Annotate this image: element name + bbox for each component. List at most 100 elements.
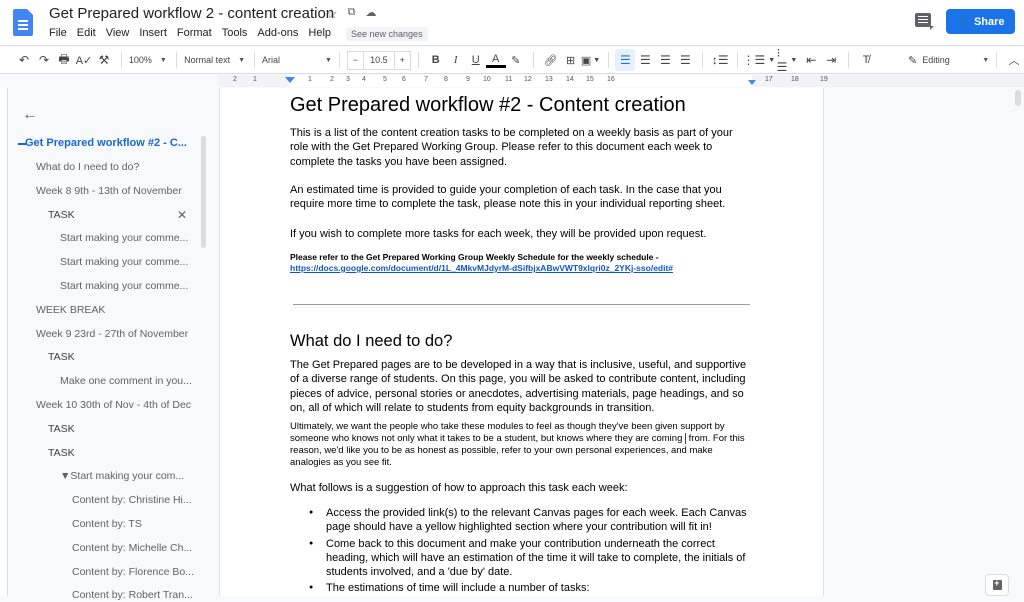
link-icon[interactable]: 🔗︎ <box>541 49 561 71</box>
highlight-icon[interactable]: ✎ <box>506 49 526 71</box>
star-icon[interactable]: ☆ <box>326 6 338 22</box>
move-to-folder-icon[interactable]: ⧉ <box>348 6 356 22</box>
outline-item[interactable]: WEEK BREAK <box>36 303 105 317</box>
ruler-tick-label: 2 <box>233 76 237 83</box>
horizontal-ruler[interactable]: 2 1 1 2 3 4 5 6 7 8 9 10 11 12 13 14 15 16 17 18 19 <box>218 75 1024 87</box>
menu-format[interactable]: Format <box>172 27 217 41</box>
editing-mode-dropdown[interactable]: ✎ Editing ▼ <box>908 54 989 67</box>
document-scrollbar[interactable] <box>1015 90 1021 106</box>
menu-tools[interactable]: Tools <box>217 27 253 41</box>
caret-icon: ▼ <box>325 56 332 64</box>
text-cursor <box>685 433 686 444</box>
decrease-indent-icon[interactable]: ⇤ <box>801 49 821 71</box>
remove-from-outline-close-icon[interactable]: ✕ <box>177 208 187 222</box>
divider <box>121 52 122 68</box>
italic-icon[interactable]: I <box>446 49 466 71</box>
outline-item-label: Content by: TS <box>72 518 142 530</box>
spellcheck-icon[interactable]: A✓ <box>74 49 94 71</box>
close-outline-back-arrow-icon[interactable]: ← <box>22 106 38 124</box>
menu-insert[interactable]: Insert <box>134 27 172 41</box>
print-icon[interactable]: 🖶 <box>54 49 74 71</box>
explore-button[interactable] <box>985 574 1009 596</box>
redo-icon[interactable]: ↷ <box>34 49 54 71</box>
zoom-dropdown[interactable]: 100% ▼ <box>129 55 169 65</box>
outline-item[interactable]: Start making your comme... <box>60 255 188 269</box>
outline-item-label: Week 10 30th of Nov - 4th of Dec <box>36 399 192 411</box>
outline-item[interactable]: Make one comment in you... <box>60 374 192 388</box>
outline-item[interactable]: Content by: Michelle Ch... <box>72 541 192 555</box>
add-comment-icon[interactable]: ⊞ <box>561 49 581 71</box>
outline-item[interactable]: Content by: TS <box>72 517 142 531</box>
increase-indent-icon[interactable]: ⇥ <box>821 49 841 71</box>
schedule-link[interactable]: https://docs.google.com/document/d/1L_4M… <box>290 263 673 274</box>
outline-item[interactable]: Start making your comme... <box>60 279 188 293</box>
menu-view[interactable]: View <box>101 27 135 41</box>
outline-item-label: TASK <box>48 422 75 435</box>
outline-item[interactable]: What do I need to do? <box>36 160 139 174</box>
menu-help[interactable]: Help <box>303 27 336 41</box>
comment-history-icon[interactable] <box>915 13 934 30</box>
share-button[interactable]: 👤 Share <box>946 9 1015 34</box>
outline-item[interactable]: Start making your comme... <box>60 231 188 245</box>
divider <box>607 52 609 68</box>
font-size-stepper: − 10.5 + <box>346 50 411 70</box>
left-indent-marker[interactable] <box>285 77 295 83</box>
outline-item[interactable]: TASK <box>48 208 75 222</box>
paint-format-icon[interactable]: ⚒ <box>94 49 114 71</box>
increase-font-size-button[interactable]: + <box>395 52 410 69</box>
justify-icon[interactable]: ☰ <box>675 49 695 71</box>
ruler-tick-label: 11 <box>505 76 513 83</box>
outline-item-label: Start making your comme... <box>60 232 189 245</box>
document-title[interactable]: Get Prepared workflow 2 - content creati… <box>49 5 334 22</box>
ruler-tick-label: 17 <box>765 76 773 83</box>
hide-menus-chevron-up-icon[interactable]: ︿ <box>1004 49 1024 71</box>
cloud-saved-icon[interactable]: ☁ <box>366 6 377 22</box>
section-paragraph-2a: Ultimately, we want the people who take … <box>290 421 725 445</box>
menu-addons[interactable]: Add-ons <box>252 27 303 41</box>
outline-item[interactable]: Content by: Christine Hi... <box>72 493 192 507</box>
outline-scrollbar[interactable] <box>201 136 206 248</box>
clear-formatting-icon[interactable]: T̸ <box>856 49 876 71</box>
outline-item-label: Content by: Florence Bo... <box>72 565 194 578</box>
horizontal-rule <box>293 304 750 305</box>
divider <box>532 52 534 68</box>
decrease-font-size-button[interactable]: − <box>348 52 363 69</box>
font-dropdown[interactable]: Arial ▼ <box>262 55 332 65</box>
outline-item[interactable]: Week 9 23rd - 27th of November <box>36 327 188 341</box>
line-spacing-icon[interactable]: ↕☰ <box>710 49 730 71</box>
menu-file[interactable]: File <box>49 27 72 41</box>
undo-icon[interactable]: ↶ <box>14 49 34 71</box>
explore-icon <box>993 578 1002 590</box>
vertical-ruler[interactable] <box>0 88 8 596</box>
outline-item[interactable]: Content by: Florence Bo... <box>72 565 194 579</box>
font-size-input[interactable]: 10.5 <box>363 51 395 69</box>
outline-item[interactable]: TASK <box>48 350 75 364</box>
outline-item[interactable]: TASK <box>48 422 75 436</box>
underline-icon[interactable]: U <box>466 49 486 71</box>
align-center-icon[interactable]: ☰ <box>635 49 655 71</box>
outline-item[interactable]: Week 8 9th - 13th of November <box>36 184 182 198</box>
insert-image-icon[interactable]: ▣ ▼ <box>581 49 601 71</box>
outline-item[interactable]: Content by: Robert Tran... <box>72 588 193 602</box>
text-color-icon[interactable]: A <box>485 52 506 68</box>
outline-item[interactable]: TASK <box>48 446 75 460</box>
divider <box>848 52 850 68</box>
caret-icon: ▼ <box>159 56 167 64</box>
right-indent-marker[interactable] <box>748 80 756 85</box>
document-outline: ← Get Prepared workflow #2 - C... What d… <box>9 88 218 601</box>
document-page[interactable]: Get Prepared workflow #2 - Content creat… <box>219 88 824 596</box>
align-left-icon[interactable]: ☰ <box>615 49 636 71</box>
align-right-icon[interactable]: ☰ <box>655 49 675 71</box>
divider <box>737 52 739 68</box>
see-new-changes-button[interactable]: See new changes <box>346 27 428 41</box>
numbered-list-icon[interactable]: ⋮☰ ▼ <box>742 49 775 71</box>
outline-item[interactable]: Week 10 30th of Nov - 4th of Dec <box>36 398 191 412</box>
bold-icon[interactable]: B <box>426 49 446 71</box>
style-dropdown[interactable]: Normal text ▼ <box>184 55 247 65</box>
outline-item[interactable]: ▼Start making your com... <box>60 469 184 483</box>
menu-bar: File Edit View Insert Format Tools Add-o… <box>49 27 428 41</box>
menu-edit[interactable]: Edit <box>72 27 101 41</box>
outline-title[interactable]: Get Prepared workflow #2 - C... <box>18 136 187 150</box>
docs-logo-icon[interactable] <box>13 9 33 36</box>
bulleted-list-icon[interactable]: ⁝☰ ▼ <box>777 46 798 74</box>
